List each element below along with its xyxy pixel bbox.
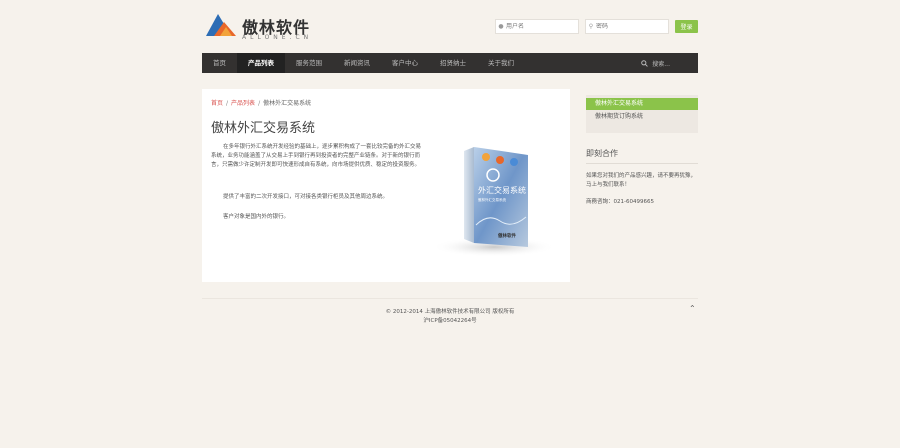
footer-icp[interactable]: 沪ICP备05042264号: [0, 316, 900, 324]
nav-item-about[interactable]: 关于我们: [477, 53, 525, 73]
logo-subtext: ALLONE.CN: [242, 34, 313, 41]
sidebar-item-forex[interactable]: 傲林外汇交易系统: [586, 98, 698, 110]
nav-item-customer[interactable]: 客户中心: [381, 53, 429, 73]
product-box-title: 外汇交易系统: [478, 185, 526, 195]
user-icon: ●: [498, 23, 504, 30]
nav-item-news[interactable]: 新闻资讯: [333, 53, 381, 73]
nav-search[interactable]: 搜索...: [641, 59, 670, 68]
login-form: ● ⚲ 登录: [495, 19, 698, 34]
breadcrumb-sep: /: [258, 100, 261, 107]
nav-item-services[interactable]: 服务范围: [285, 53, 333, 73]
footer-divider: [202, 298, 698, 299]
breadcrumb-category[interactable]: 产品列表: [231, 100, 255, 107]
sidebar-contact-heading: 即刻合作: [586, 149, 618, 158]
sidebar-contact-text: 如果您对我们的产品感兴趣，请不要再犹豫，马上与我们联系！: [586, 173, 697, 188]
product-box-brand: 傲林软件: [498, 232, 516, 239]
article-paragraph: 提供了丰富的二次开发接口，可对接各类银行柜员及其他周边系统。: [223, 194, 389, 200]
main-content: 首页 / 产品列表 / 傲林外汇交易系统 傲林外汇交易系统 在多年银行外汇系统开发经验的…: [202, 89, 570, 282]
username-field-wrap: ●: [495, 19, 579, 34]
product-box-subtitle: 傲林外汇交易系统: [478, 197, 506, 202]
search-label: 搜索...: [652, 60, 670, 68]
sidebar-phone: 商務咨詢：021-60499665: [586, 199, 654, 205]
breadcrumb-home[interactable]: 首页: [211, 100, 223, 107]
page-title: 傲林外汇交易系统: [211, 121, 316, 136]
product-box-image: 外汇交易系统 傲林外汇交易系统 傲林软件: [432, 147, 556, 257]
article-paragraph: 客户对象是国内外的银行。: [223, 214, 290, 220]
sidebar-product-list: 傲林外汇交易系统 傲林期货订购系统: [586, 95, 698, 133]
main-nav: 首页 产品列表 服务范围 新闻资讯 客户中心 招贤纳士 关于我们 搜索...: [202, 53, 698, 73]
nav-item-home[interactable]: 首页: [202, 53, 237, 73]
article-paragraph: 在多年银行外汇系统开发经验的基础上，逐步累积构成了一套比较完备的外汇交易系统，业…: [211, 144, 422, 168]
nav-item-careers[interactable]: 招贤纳士: [429, 53, 477, 73]
breadcrumb-current: 傲林外汇交易系统: [263, 100, 312, 107]
logo-mark-icon: [206, 14, 236, 36]
password-input[interactable]: [596, 23, 664, 30]
key-icon: ⚲: [588, 23, 594, 30]
username-input[interactable]: [506, 23, 574, 30]
footer-copyright: © 2012-2014 上海傲林软件技术有限公司 版权所有: [385, 309, 515, 315]
back-to-top-icon[interactable]: ⌃: [689, 304, 696, 313]
logo[interactable]: 傲林软件 ALLONE.CN: [204, 12, 344, 42]
sidebar-item-futures[interactable]: 傲林期货订购系统: [586, 111, 698, 123]
sidebar-divider: [586, 163, 698, 164]
breadcrumb-sep: /: [226, 100, 229, 107]
search-icon: [641, 59, 649, 67]
login-button[interactable]: 登录: [675, 20, 698, 33]
password-field-wrap: ⚲: [585, 19, 669, 34]
breadcrumb: 首页 / 产品列表 / 傲林外汇交易系统: [211, 98, 311, 107]
nav-item-products[interactable]: 产品列表: [237, 53, 285, 73]
